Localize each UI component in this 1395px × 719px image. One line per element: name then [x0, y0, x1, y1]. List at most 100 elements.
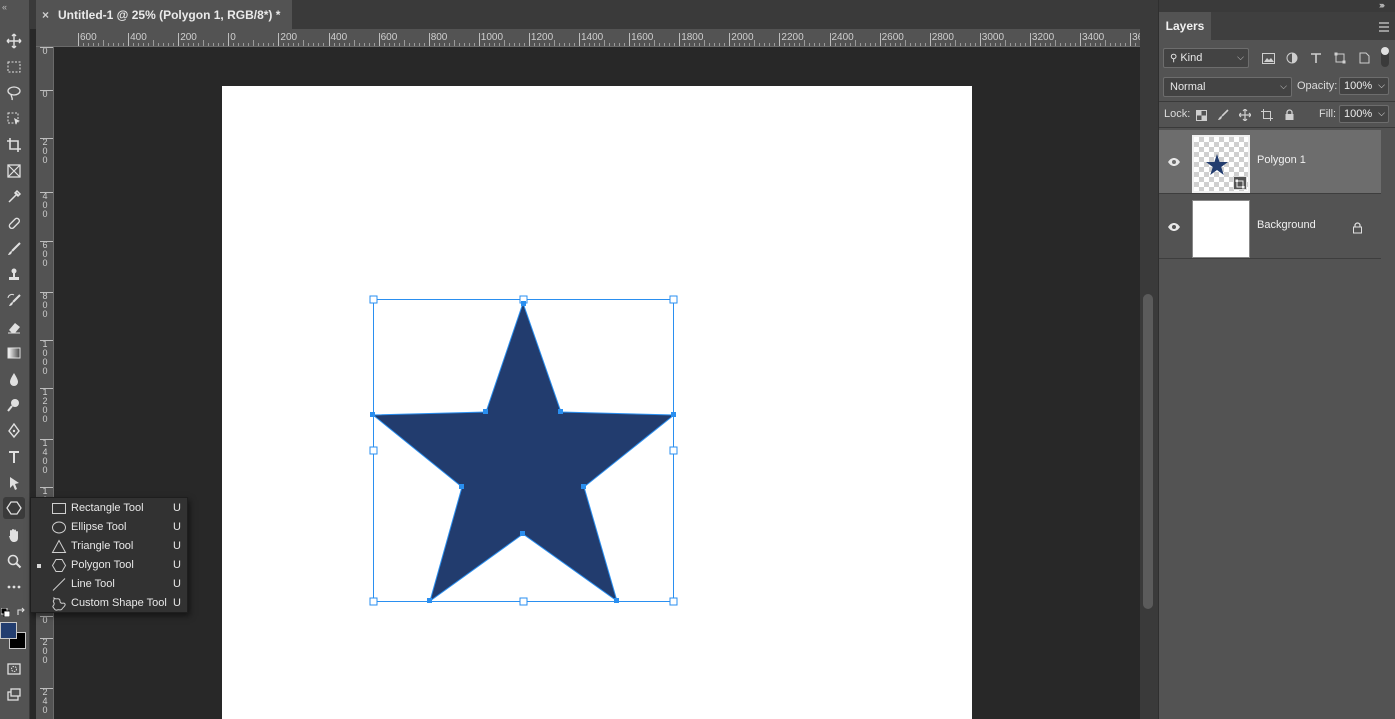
layer-row-background[interactable]: Background: [1159, 195, 1381, 259]
filter-pixel-icon[interactable]: [1259, 49, 1277, 67]
menu-item-rectangle-tool[interactable]: Rectangle Tool U: [31, 499, 187, 518]
eye-icon[interactable]: [1167, 220, 1181, 234]
ruler-tick: [1130, 33, 1132, 46]
menu-item-line-tool[interactable]: Line Tool U: [31, 575, 187, 594]
ruler-label: 0: [42, 89, 48, 99]
ruler-minor-tick: [854, 40, 856, 46]
ruler-minor-tick: [704, 40, 706, 46]
default-colors-icon[interactable]: [0, 604, 11, 618]
scrollbar-thumb[interactable]: [1143, 294, 1153, 609]
tab-layers[interactable]: Layers: [1159, 12, 1211, 40]
more-tools-icon[interactable]: [3, 576, 25, 598]
ruler-label: 3400: [1082, 32, 1105, 43]
ruler-tick: [729, 33, 731, 46]
ruler-tick: [528, 33, 530, 46]
menu-item-shortcut: U: [173, 540, 181, 552]
blur-tool-icon[interactable]: [3, 368, 25, 390]
quick-mask-icon[interactable]: [3, 658, 25, 680]
layer-name[interactable]: Background: [1257, 219, 1316, 231]
menu-item-ellipse-tool[interactable]: Ellipse Tool U: [31, 518, 187, 537]
document-tab[interactable]: × Untitled-1 @ 25% (Polygon 1, RGB/8*) *: [36, 0, 293, 29]
vertical-scrollbar[interactable]: [1140, 29, 1158, 719]
ruler-minor-tick: [904, 40, 906, 46]
filter-kind-select[interactable]: ⚲ Kind ⌵: [1163, 48, 1249, 68]
ruler-minor-tick: [453, 40, 455, 46]
menu-item-shortcut: U: [173, 521, 181, 533]
blend-mode-value: Normal: [1170, 81, 1206, 93]
gradient-tool-icon[interactable]: [3, 342, 25, 364]
ruler-minor-tick: [153, 40, 155, 46]
ruler-minor-tick: [503, 40, 505, 46]
screen-mode-icon[interactable]: [3, 684, 25, 706]
ruler-tick: [78, 33, 79, 46]
ruler-tick: [979, 33, 981, 46]
blend-mode-select[interactable]: Normal ⌵: [1163, 77, 1292, 97]
menu-item-custom-shape-tool[interactable]: Custom Shape Tool U: [31, 594, 187, 613]
swap-colors-icon[interactable]: [16, 604, 26, 615]
ruler-label: 200: [42, 637, 48, 665]
clone-stamp-tool-icon[interactable]: [3, 264, 25, 286]
ruler-minor-tick: [954, 40, 956, 46]
eye-icon[interactable]: [1167, 155, 1181, 169]
menu-item-triangle-tool[interactable]: Triangle Tool U: [31, 537, 187, 556]
close-tab-icon[interactable]: ×: [42, 8, 49, 22]
filter-smart-object-icon[interactable]: [1355, 49, 1373, 67]
frame-tool-icon[interactable]: [3, 160, 25, 182]
brush-tool-icon[interactable]: [3, 238, 25, 260]
expand-dock-icon[interactable]: »: [1380, 0, 1385, 10]
chevron-down-icon: ⌵: [1378, 80, 1385, 90]
opacity-field[interactable]: 100% ⌵: [1339, 77, 1389, 95]
menu-item-shortcut: U: [173, 578, 181, 590]
opacity-label: Opacity:: [1297, 80, 1338, 92]
polygon-tool-icon[interactable]: [3, 497, 25, 519]
ruler-tick: [1029, 33, 1031, 46]
lock-all-icon[interactable]: [1280, 106, 1298, 124]
eyedropper-tool-icon[interactable]: [3, 186, 25, 208]
pen-tool-icon[interactable]: [3, 420, 25, 442]
filter-toggle[interactable]: [1381, 47, 1389, 67]
path-selection-tool-icon[interactable]: [3, 472, 25, 494]
panel-menu-icon[interactable]: [1378, 19, 1390, 37]
ruler-tick: [679, 33, 681, 46]
dodge-tool-icon[interactable]: [3, 394, 25, 416]
hand-tool-icon[interactable]: [3, 524, 25, 546]
fill-field[interactable]: 100% ⌵: [1339, 105, 1389, 123]
zoom-tool-icon[interactable]: [3, 550, 25, 572]
layer-row-polygon-1[interactable]: Polygon 1: [1159, 130, 1381, 194]
foreground-color-swatch[interactable]: [0, 622, 17, 639]
object-selection-tool-icon[interactable]: [3, 108, 25, 130]
crop-tool-icon[interactable]: [3, 134, 25, 156]
lock-artboard-icon[interactable]: [1258, 106, 1276, 124]
filter-adjustment-icon[interactable]: [1283, 49, 1301, 67]
ruler-tick: [879, 33, 881, 46]
vertical-ruler[interactable]: 0020040060080010001200140016000200240: [36, 47, 54, 719]
horizontal-ruler[interactable]: 600 400 200 0 200 400 600 800 1000 1200 1400 1600 18…: [36, 29, 1140, 47]
type-tool-icon[interactable]: [3, 446, 25, 468]
menu-item-polygon-tool[interactable]: Polygon Tool U: [31, 556, 187, 575]
menu-item-label: Custom Shape Tool: [71, 597, 167, 609]
menu-item-label: Line Tool: [71, 578, 115, 590]
lock-position-icon[interactable]: [1236, 106, 1254, 124]
healing-brush-tool-icon[interactable]: [3, 212, 25, 234]
collapse-toolbar-icon[interactable]: «: [2, 2, 7, 12]
filter-type-icon[interactable]: [1307, 49, 1325, 67]
ruler-label: 3000: [981, 32, 1005, 43]
history-brush-tool-icon[interactable]: [3, 290, 25, 312]
star-polygon-shape[interactable]: [371, 301, 676, 603]
lasso-tool-icon[interactable]: [3, 82, 25, 104]
layer-name[interactable]: Polygon 1: [1257, 154, 1306, 166]
ruler-minor-tick: [654, 40, 656, 46]
lock-image-pixels-icon[interactable]: [1214, 106, 1232, 124]
ruler-minor-tick: [604, 40, 606, 46]
ruler-label: 1800: [681, 32, 704, 43]
ruler-tick: [478, 33, 480, 46]
move-tool-icon[interactable]: [3, 30, 25, 52]
filter-shape-icon[interactable]: [1331, 49, 1349, 67]
canvas-pasteboard[interactable]: [54, 47, 1140, 719]
eraser-tool-icon[interactable]: [3, 316, 25, 338]
lock-transparent-pixels-icon[interactable]: [1192, 106, 1210, 124]
ruler-label: 1000: [42, 339, 48, 376]
menu-item-shortcut: U: [173, 559, 181, 571]
ruler-minor-tick: [303, 40, 305, 46]
marquee-tool-icon[interactable]: [3, 56, 25, 78]
